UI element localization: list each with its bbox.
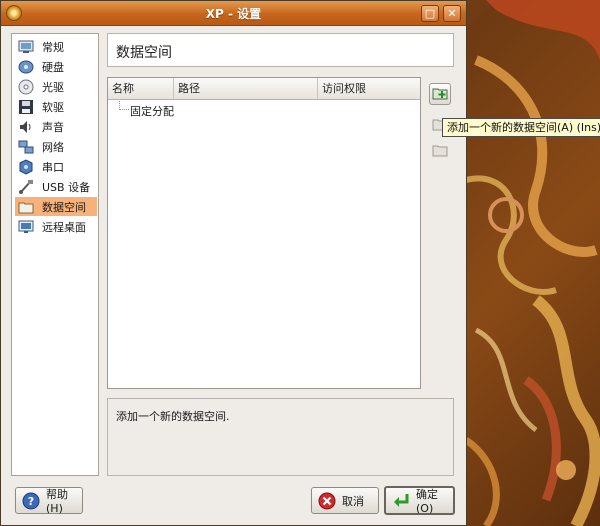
description-panel: 添加一个新的数据空间.	[107, 398, 454, 476]
cdrom-icon	[18, 79, 34, 95]
close-button[interactable]: ✕	[443, 5, 461, 22]
cancel-button-label: 取消	[342, 494, 364, 508]
harddisk-icon	[18, 59, 34, 75]
usb-icon	[18, 179, 34, 195]
sidebar-item-label: 硬盘	[42, 60, 64, 74]
remove-shared-folder-button[interactable]	[429, 140, 451, 162]
sidebar-item-label: 远程桌面	[42, 220, 86, 234]
sidebar-item-label: 常规	[42, 40, 64, 54]
network-icon	[18, 139, 34, 155]
tree-row-label: 固定分配	[130, 105, 174, 118]
help-icon: ?	[22, 492, 40, 510]
tree-branch-line	[119, 101, 129, 110]
sidebar-item-network[interactable]: 网络	[15, 137, 97, 156]
sidebar-item-audio[interactable]: 声音	[15, 117, 97, 136]
table-row[interactable]: 固定分配	[108, 101, 420, 119]
shared-folders-table[interactable]: 名称 路径 访问权限 固定分配	[107, 77, 421, 389]
table-header: 名称 路径 访问权限	[108, 78, 420, 100]
folder-icon	[18, 199, 34, 215]
add-folder-tooltip: 添加一个新的数据空间(A) (Ins)	[442, 118, 600, 137]
help-button[interactable]: ? 帮助(H)	[15, 487, 83, 515]
sidebar-item-label: 光驱	[42, 80, 64, 94]
page-title: 数据空间	[116, 45, 172, 61]
column-header-path[interactable]: 路径	[174, 78, 318, 99]
ok-button-label: 确定(O)	[416, 488, 438, 515]
sidebar-item-label: 网络	[42, 140, 64, 154]
cancel-icon	[318, 492, 336, 510]
window-title: XP - 设置	[205, 7, 262, 21]
sidebar-item-label: 串口	[42, 160, 64, 174]
remote-display-icon	[18, 219, 34, 235]
wallpaper-art	[466, 0, 600, 526]
sidebar-item-label: 数据空间	[42, 200, 86, 214]
sidebar-item-serial[interactable]: 串口	[15, 157, 97, 176]
maximize-button[interactable]: □	[421, 5, 439, 22]
sidebar-item-general[interactable]: 常规	[15, 37, 97, 56]
description-text: 添加一个新的数据空间.	[116, 410, 230, 423]
sidebar-item-harddisk[interactable]: 硬盘	[15, 57, 97, 76]
monitor-icon	[18, 39, 34, 55]
help-button-label: 帮助(H)	[46, 488, 68, 515]
sidebar-item-cdrom[interactable]: 光驱	[15, 77, 97, 96]
speaker-icon	[18, 119, 34, 135]
ok-button[interactable]: 确定(O)	[384, 486, 455, 515]
settings-category-list: 常规 硬盘 光驱 软驱 声音 网络 串口 USB 设备 数据空间 远程桌面	[11, 33, 99, 476]
column-header-name[interactable]: 名称	[108, 78, 174, 99]
svg-text:?: ?	[28, 495, 34, 508]
cancel-button[interactable]: 取消	[311, 487, 379, 514]
add-shared-folder-button[interactable]	[429, 83, 451, 105]
column-header-access[interactable]: 访问权限	[318, 78, 420, 99]
sidebar-item-floppy[interactable]: 软驱	[15, 97, 97, 116]
add-folder-icon	[432, 85, 448, 104]
serial-port-icon	[18, 158, 34, 175]
sidebar-item-usb[interactable]: USB 设备	[15, 177, 97, 196]
sidebar-item-label: USB 设备	[42, 180, 91, 194]
section-header: 数据空间	[107, 33, 454, 67]
settings-window: XP - 设置 □ ✕ 常规 硬盘 光驱 软驱 声音 网络 串口 USB 设备 …	[0, 0, 467, 526]
title-bar[interactable]: XP - 设置 □ ✕	[1, 1, 466, 26]
floppy-icon	[18, 99, 34, 115]
remove-folder-icon	[432, 142, 448, 161]
ok-return-icon	[392, 492, 410, 510]
sidebar-item-label: 软驱	[42, 100, 64, 114]
sidebar-item-label: 声音	[42, 120, 64, 134]
sidebar-item-shared-folders[interactable]: 数据空间	[15, 197, 97, 216]
sidebar-item-remote-display[interactable]: 远程桌面	[15, 217, 97, 236]
